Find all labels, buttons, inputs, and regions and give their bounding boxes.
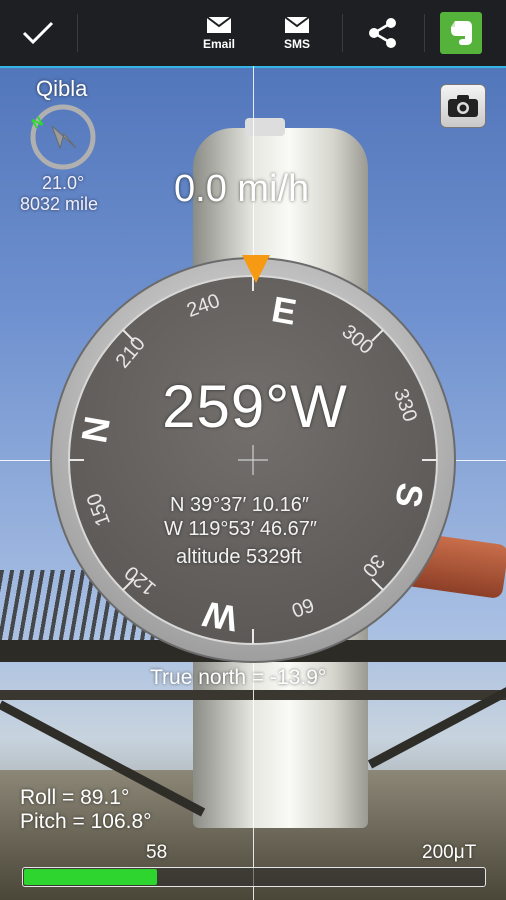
divider <box>424 14 425 52</box>
compass-screen: Email SMS Qibla N 21.0° 8032 mile 0.0 mi… <box>0 0 506 900</box>
evernote-button[interactable] <box>440 12 482 54</box>
longitude: W 119°53′ 46.67″ <box>164 518 317 540</box>
pitch-readout: Pitch = 106.8° <box>20 810 152 833</box>
qibla-arrow-icon <box>51 125 77 150</box>
compass-dial[interactable]: E S W N 240 300 330 210 150 120 60 30 <box>48 255 458 665</box>
latitude: N 39°37′ 10.16″ <box>170 494 309 516</box>
qibla-dial: N <box>30 104 96 170</box>
evernote-icon <box>451 21 472 45</box>
magnetic-field-bar <box>22 867 486 887</box>
done-button[interactable] <box>0 0 76 66</box>
sms-button[interactable]: SMS <box>272 0 322 66</box>
altitude: altitude 5329ft <box>176 546 302 568</box>
action-bar: Email SMS <box>0 0 506 68</box>
envelope-icon <box>206 15 232 33</box>
magnetic-field-value: 58 <box>146 842 168 863</box>
camera-button[interactable] <box>440 84 486 128</box>
heading-readout: 259°W <box>162 373 348 440</box>
qibla-distance: 8032 mile <box>20 194 99 214</box>
envelope-icon <box>284 15 310 33</box>
magnetic-field-bar-fill <box>24 869 158 885</box>
email-label: Email <box>202 36 235 51</box>
magnetic-field-max: 200μT <box>422 842 477 863</box>
west-label: W <box>200 593 241 639</box>
qibla-title: Qibla <box>36 76 88 101</box>
camera-icon <box>448 95 478 117</box>
share-button[interactable] <box>343 0 423 66</box>
sms-label: SMS <box>283 36 310 51</box>
true-north-readout: True north = -13.9° <box>150 666 327 689</box>
tower-cap <box>245 118 285 136</box>
divider <box>77 14 78 52</box>
email-button[interactable]: Email <box>192 0 246 66</box>
qibla-angle: 21.0° <box>42 173 85 193</box>
roll-readout: Roll = 89.1° <box>20 786 130 809</box>
speed-readout: 0.0 mi/h <box>174 168 310 210</box>
share-icon <box>369 18 396 48</box>
check-icon <box>22 21 54 45</box>
